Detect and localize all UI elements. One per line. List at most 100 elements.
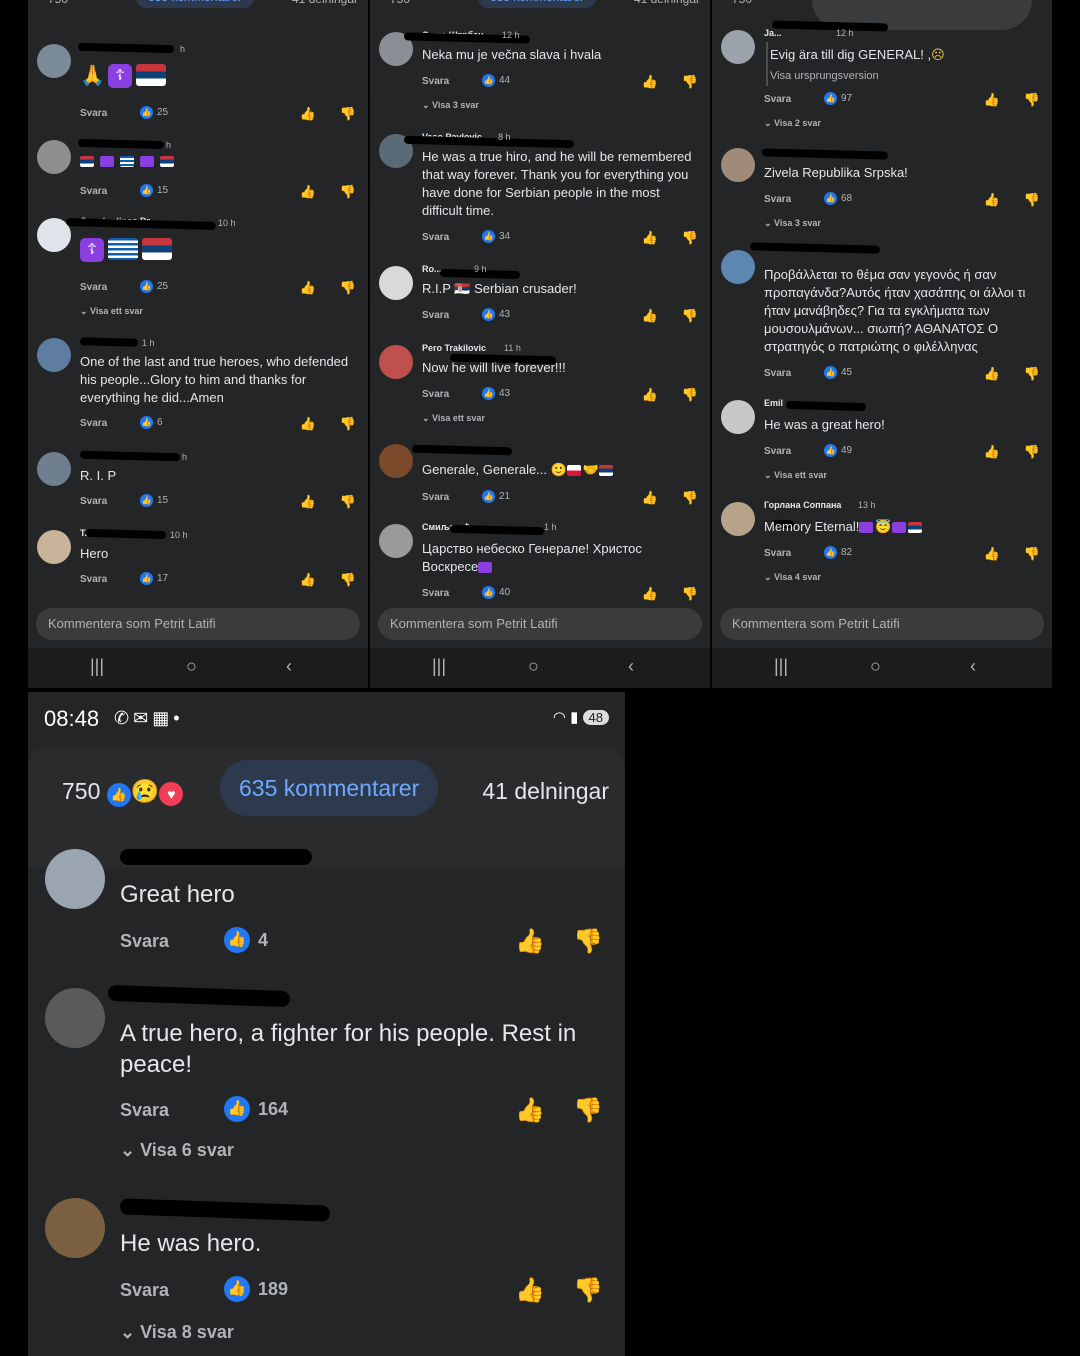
show-replies-link[interactable]: ⌄ Visa 3 svar	[422, 100, 479, 111]
avatar[interactable]	[45, 1198, 105, 1258]
reply-button[interactable]: Svara	[764, 94, 791, 105]
reply-button[interactable]: Svara	[764, 368, 791, 379]
thumbs-up-icon[interactable]: 👍	[300, 416, 316, 432]
shares-count[interactable]: 41 delningar	[292, 0, 358, 6]
show-replies-link[interactable]: ⌄ Visa 8 svar	[120, 1322, 234, 1343]
home-icon[interactable]: ○	[186, 656, 197, 677]
comment-input[interactable]: Kommentera som Petrit Latifi	[720, 608, 1044, 640]
tab-comments[interactable]: 635 kommentarer	[136, 0, 255, 8]
reply-button[interactable]: Svara	[764, 548, 791, 559]
home-icon[interactable]: ○	[870, 656, 881, 677]
thumbs-down-icon[interactable]: 👎	[1024, 192, 1040, 208]
reply-button[interactable]: Svara	[422, 588, 449, 599]
reply-button[interactable]: Svara	[80, 186, 107, 197]
avatar[interactable]	[45, 988, 105, 1048]
thumbs-down-icon[interactable]: 👎	[682, 230, 698, 246]
shares-count[interactable]: 41 delningar	[482, 778, 609, 805]
thumbs-down-icon[interactable]: 👎	[573, 1096, 603, 1125]
thumbs-up-icon[interactable]: 👍	[642, 74, 658, 90]
thumbs-up-icon[interactable]: 👍	[515, 927, 545, 956]
avatar[interactable]	[379, 266, 413, 300]
avatar[interactable]	[379, 444, 413, 478]
thumbs-up-icon[interactable]: 👍	[642, 586, 658, 602]
show-replies-link[interactable]: ⌄ Visa ett svar	[422, 413, 485, 424]
reply-button[interactable]: Svara	[80, 496, 107, 507]
comment-author[interactable]: Ro...	[422, 264, 442, 274]
show-replies-link[interactable]: ⌄ Visa ett svar	[80, 306, 143, 317]
shares-count[interactable]: 41 delningar	[634, 0, 700, 6]
default-avatar-icon[interactable]	[721, 400, 755, 434]
reply-button[interactable]: Svara	[80, 282, 107, 293]
tab-comments[interactable]: 635 kommentarer	[220, 760, 439, 816]
recents-icon[interactable]: |||	[90, 656, 104, 677]
back-icon[interactable]: ‹	[628, 656, 634, 677]
recents-icon[interactable]: |||	[432, 656, 446, 677]
reply-button[interactable]: Svara	[120, 1280, 169, 1301]
thumbs-up-icon[interactable]: 👍	[300, 280, 316, 296]
comment-author[interactable]: Ja...	[764, 28, 782, 38]
avatar[interactable]	[37, 44, 71, 78]
comment-author[interactable]: Горлана Соппана	[764, 500, 841, 510]
reply-button[interactable]: Svara	[422, 492, 449, 503]
thumbs-down-icon[interactable]: 👎	[682, 308, 698, 324]
show-replies-link[interactable]: ⌄ Visa 3 svar	[764, 218, 821, 229]
thumbs-up-icon[interactable]: 👍	[300, 494, 316, 510]
avatar[interactable]	[721, 30, 755, 64]
reply-button[interactable]: Svara	[120, 1100, 169, 1121]
back-icon[interactable]: ‹	[286, 656, 292, 677]
avatar[interactable]	[45, 849, 105, 909]
reaction-summary[interactable]: 750 👍 😢 ♥	[62, 778, 184, 807]
thumbs-up-icon[interactable]: 👍	[300, 572, 316, 588]
thumbs-up-icon[interactable]: 👍	[642, 490, 658, 506]
thumbs-up-icon[interactable]: 👍	[984, 92, 1000, 108]
thumbs-down-icon[interactable]: 👎	[682, 74, 698, 90]
see-original-link[interactable]: Visa ursprungsversion	[770, 70, 879, 82]
thumbs-up-icon[interactable]: 👍	[642, 387, 658, 403]
reply-button[interactable]: Svara	[764, 194, 791, 205]
show-replies-link[interactable]: ⌄ Visa ett svar	[764, 470, 827, 481]
avatar[interactable]	[37, 140, 71, 174]
thumbs-down-icon[interactable]: 👎	[1024, 546, 1040, 562]
avatar[interactable]	[379, 524, 413, 558]
avatar[interactable]	[721, 250, 755, 284]
reply-button[interactable]: Svara	[422, 389, 449, 400]
reply-button[interactable]: Svara	[764, 446, 791, 457]
thumbs-down-icon[interactable]: 👎	[340, 572, 356, 588]
thumbs-down-icon[interactable]: 👎	[340, 416, 356, 432]
show-replies-link[interactable]: ⌄ Visa 2 svar	[764, 118, 821, 129]
thumbs-down-icon[interactable]: 👎	[682, 490, 698, 506]
back-icon[interactable]: ‹	[970, 656, 976, 677]
thumbs-up-icon[interactable]: 👍	[642, 230, 658, 246]
thumbs-up-icon[interactable]: 👍	[984, 192, 1000, 208]
thumbs-up-icon[interactable]: 👍	[515, 1276, 545, 1305]
reply-button[interactable]: Svara	[120, 931, 169, 952]
thumbs-up-icon[interactable]: 👍	[515, 1096, 545, 1125]
thumbs-up-icon[interactable]: 👍	[984, 444, 1000, 460]
thumbs-up-icon[interactable]: 👍	[984, 546, 1000, 562]
avatar[interactable]	[721, 502, 755, 536]
reply-button[interactable]: Svara	[422, 76, 449, 87]
thumbs-up-icon[interactable]: 👍	[300, 106, 316, 122]
thumbs-down-icon[interactable]: 👎	[340, 106, 356, 122]
thumbs-up-icon[interactable]: 👍	[300, 184, 316, 200]
recents-icon[interactable]: |||	[774, 656, 788, 677]
avatar[interactable]	[379, 345, 413, 379]
show-replies-link[interactable]: ⌄ Visa 6 svar	[120, 1140, 234, 1161]
thumbs-up-icon[interactable]: 👍	[642, 308, 658, 324]
thumbs-down-icon[interactable]: 👎	[1024, 92, 1040, 108]
thumbs-down-icon[interactable]: 👎	[1024, 366, 1040, 382]
reply-button[interactable]: Svara	[80, 574, 107, 585]
thumbs-down-icon[interactable]: 👎	[682, 586, 698, 602]
reply-button[interactable]: Svara	[80, 108, 107, 119]
comment-input[interactable]: Kommentera som Petrit Latifi	[378, 608, 702, 640]
thumbs-down-icon[interactable]: 👎	[340, 280, 356, 296]
avatar[interactable]	[37, 452, 71, 486]
avatar[interactable]	[37, 530, 71, 564]
thumbs-down-icon[interactable]: 👎	[340, 494, 356, 510]
comment-author[interactable]: Pero Trakilovic	[422, 343, 486, 353]
thumbs-down-icon[interactable]: 👎	[573, 927, 603, 956]
comment-author[interactable]: Emil	[764, 398, 783, 408]
show-replies-link[interactable]: ⌄ Visa 4 svar	[764, 572, 821, 583]
reply-button[interactable]: Svara	[422, 232, 449, 243]
reply-button[interactable]: Svara	[80, 418, 107, 429]
